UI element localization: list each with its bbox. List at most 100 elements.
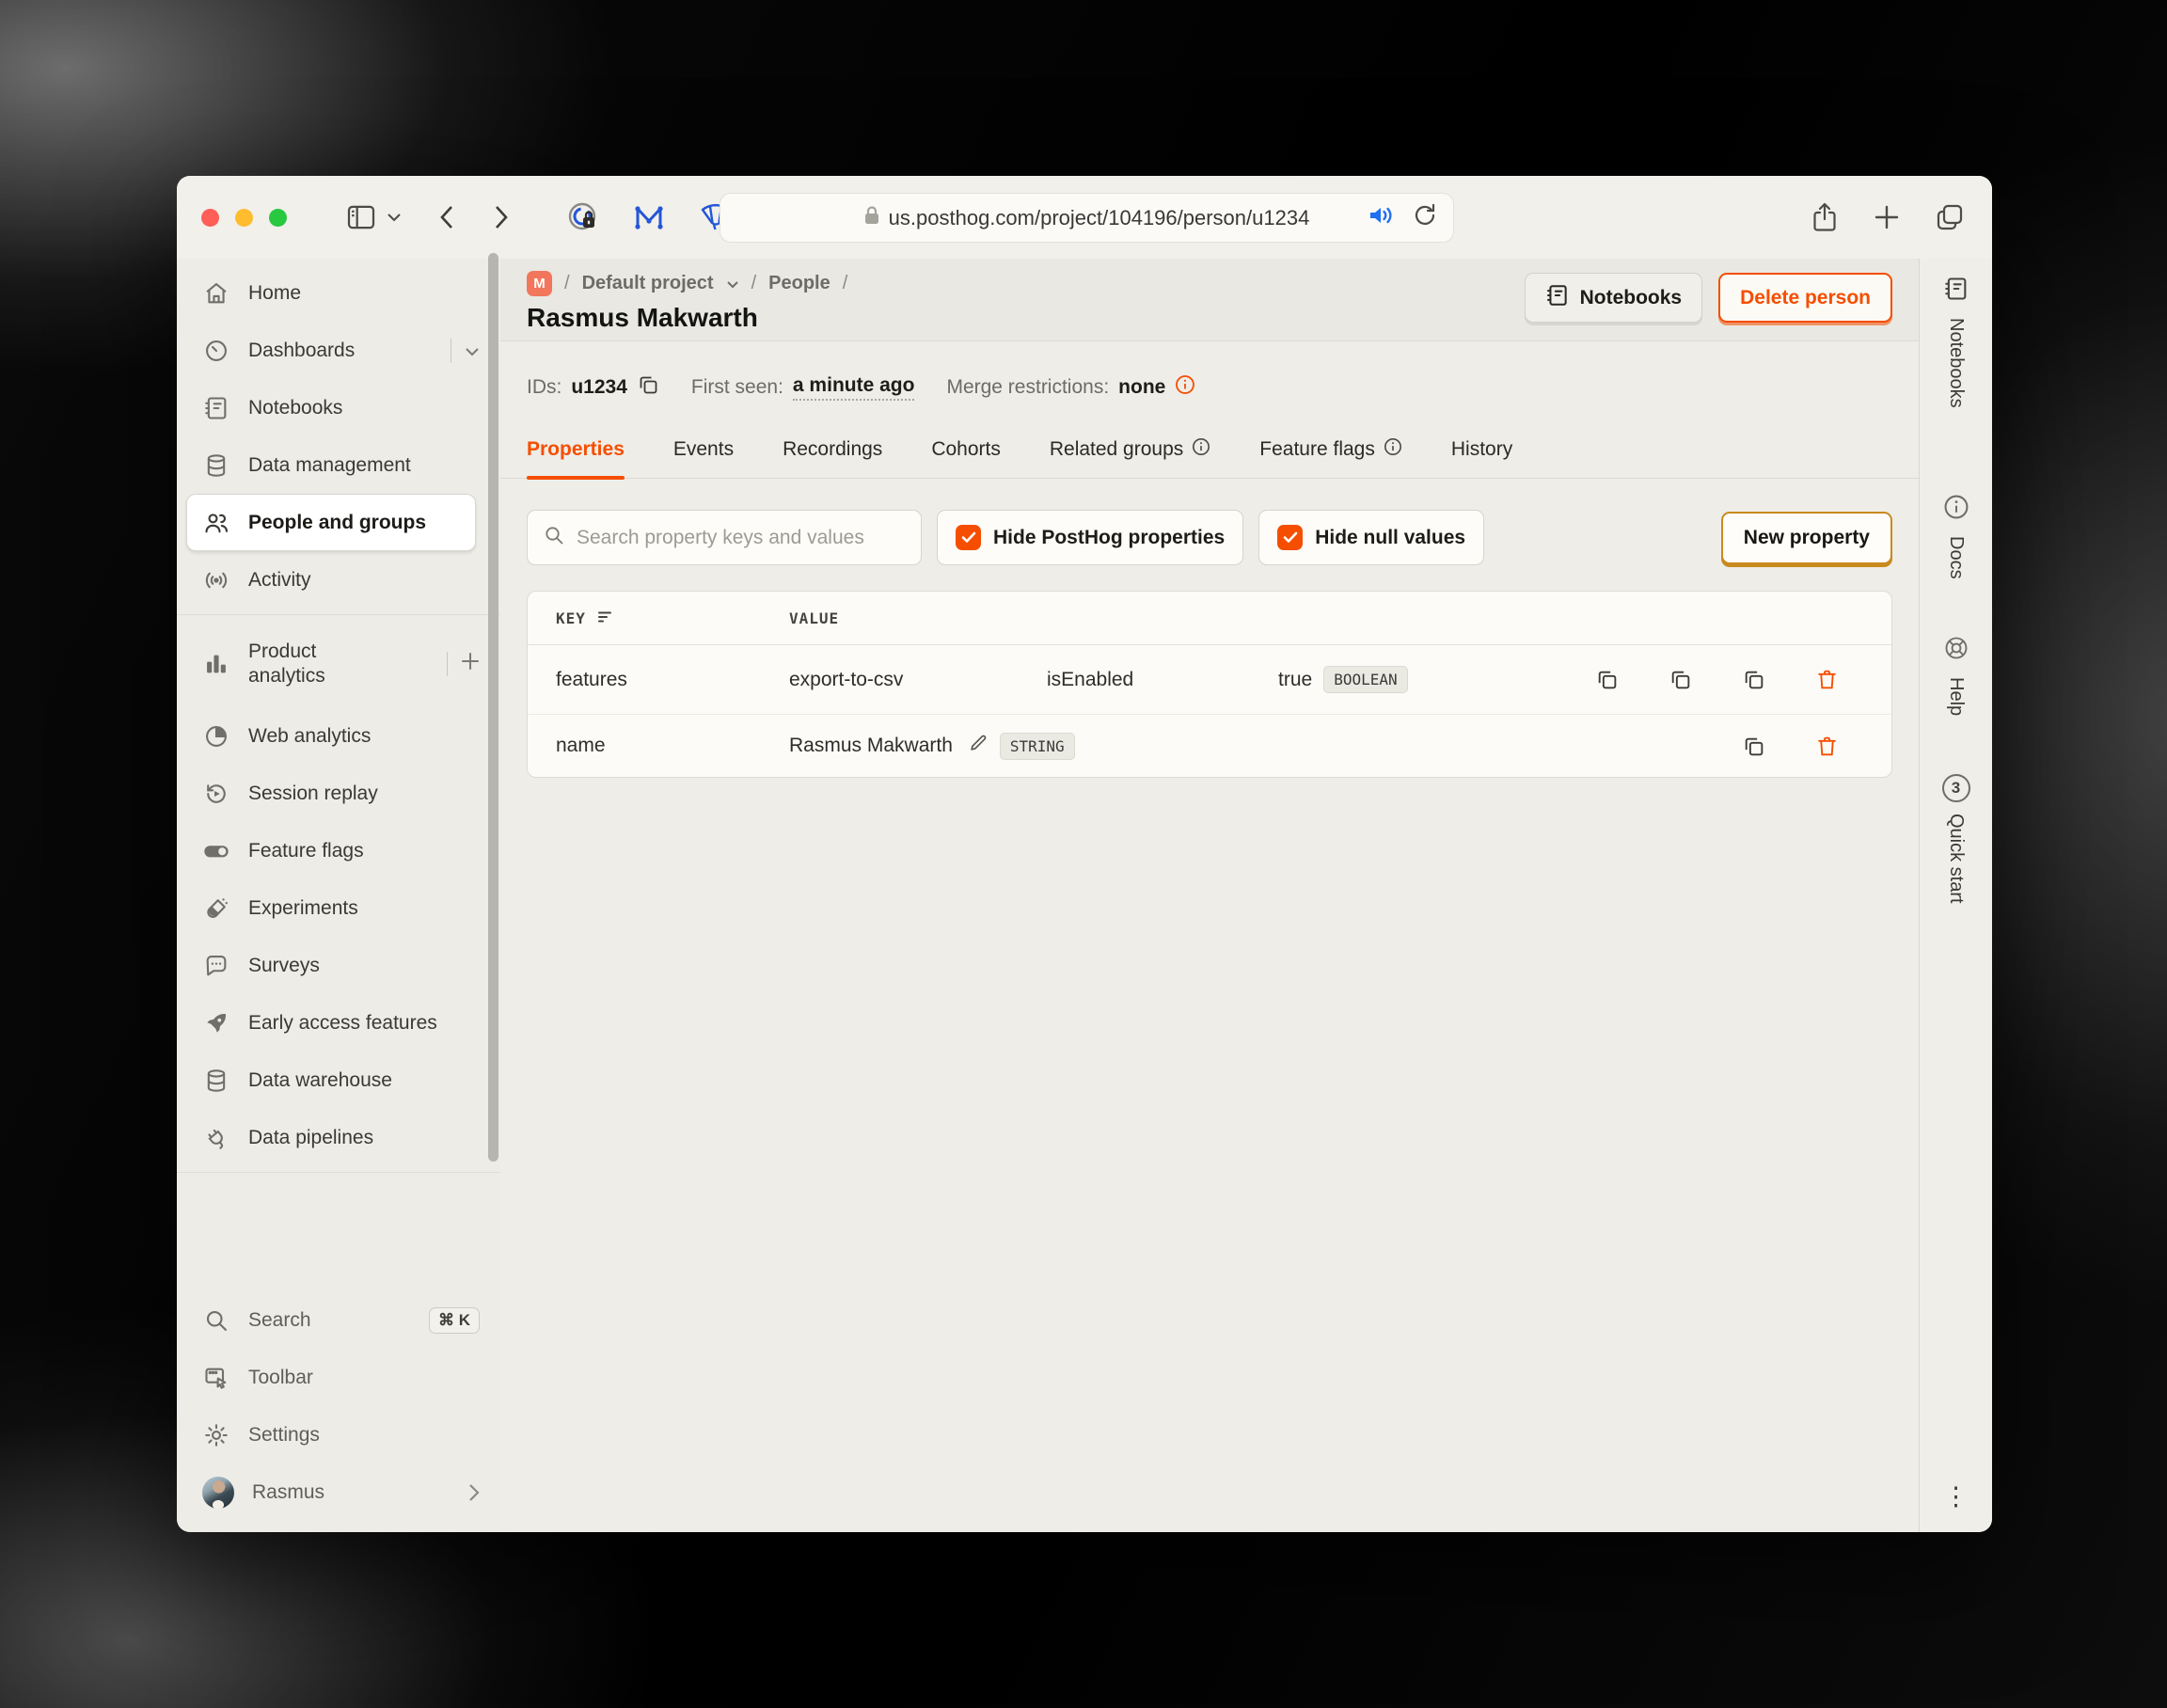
info-icon (1192, 437, 1210, 462)
sidebar-item-product-analytics[interactable]: Product analytics (177, 621, 500, 707)
chevron-down-icon[interactable] (726, 273, 739, 294)
reload-icon[interactable] (1414, 203, 1436, 232)
url-text: us.posthog.com/project/104196/person/u12… (888, 205, 1310, 229)
tab-events[interactable]: Events (673, 437, 734, 478)
right-rail: Notebooks Docs Help 3 Quick start ⋮ (1919, 259, 1992, 1532)
rocket-icon (202, 1009, 230, 1037)
more-options-icon[interactable]: ⋮ (1920, 1484, 1992, 1510)
sidebar-toggle-icon[interactable] (347, 205, 375, 229)
checkbox-checked-icon[interactable] (1277, 525, 1304, 550)
sidebar-item-search[interactable]: Search ⌘ K (177, 1291, 500, 1349)
property-value[interactable]: true (1278, 669, 1312, 691)
notebooks-button[interactable]: Notebooks (1524, 273, 1703, 323)
search-icon (543, 524, 565, 551)
zoom-window-button[interactable] (269, 208, 287, 227)
tab-properties[interactable]: Properties (527, 437, 625, 480)
sidebar-item-account[interactable]: Rasmus (177, 1463, 500, 1521)
project-badge[interactable]: M (527, 270, 552, 296)
forward-button[interactable] (494, 205, 509, 229)
sidebar-item-label: Web analytics (248, 724, 372, 747)
chevron-down-icon[interactable] (465, 340, 480, 362)
copy-icon[interactable] (1643, 668, 1716, 691)
copy-icon[interactable] (1570, 668, 1643, 691)
sidebar-item-data-warehouse[interactable]: Data warehouse (177, 1052, 500, 1109)
info-icon (1943, 494, 1969, 525)
sidebar-item-label: Data warehouse (248, 1068, 392, 1091)
minimize-window-button[interactable] (235, 208, 253, 227)
notebook-icon (1545, 283, 1570, 313)
property-value[interactable]: isEnabled (1047, 669, 1278, 691)
sidebar-item-web-analytics[interactable]: Web analytics (177, 707, 500, 765)
hide-null-values-checkbox[interactable]: Hide null values (1258, 510, 1485, 565)
rail-item-quick-start[interactable]: 3 Quick start (1920, 774, 1992, 904)
tab-related-groups[interactable]: Related groups (1050, 437, 1210, 478)
sidebar-item-dashboards[interactable]: Dashboards (177, 322, 500, 379)
tab-overview-icon[interactable] (1936, 203, 1964, 231)
back-button[interactable] (439, 205, 454, 229)
database-icon (202, 1067, 230, 1095)
breadcrumb-project[interactable]: Default project (582, 273, 714, 294)
sidebar-item-feature-flags[interactable]: Feature flags (177, 822, 500, 879)
add-insight-icon[interactable] (461, 652, 480, 676)
sidebar-item-notebooks[interactable]: Notebooks (177, 379, 500, 436)
key-column-header: KEY (556, 609, 586, 627)
close-window-button[interactable] (201, 208, 219, 227)
sidebar-item-experiments[interactable]: Experiments (177, 879, 500, 937)
sidebar-item-surveys[interactable]: Surveys (177, 937, 500, 994)
tab-recordings[interactable]: Recordings (783, 437, 882, 478)
edit-pencil-icon[interactable] (968, 733, 989, 759)
rail-item-help[interactable]: Help (1920, 635, 1992, 716)
sidebar-item-label: Session replay (248, 782, 378, 804)
url-bar[interactable]: us.posthog.com/project/104196/person/u12… (720, 193, 1454, 243)
life-buoy-icon (1943, 635, 1969, 666)
sidebar-scrollbar[interactable] (488, 253, 498, 1162)
property-search-input[interactable] (577, 526, 906, 549)
type-badge: STRING (999, 732, 1075, 760)
sidebar-item-activity[interactable]: Activity (177, 551, 500, 609)
sidebar-item-people-and-groups[interactable]: People and groups (186, 494, 476, 551)
new-property-button[interactable]: New property (1720, 511, 1892, 564)
delete-property-icon[interactable] (1790, 668, 1863, 691)
property-key[interactable]: features (556, 669, 789, 691)
sort-icon[interactable] (597, 609, 614, 627)
sidebar-chevron-down-icon[interactable] (387, 213, 402, 222)
flask-icon (202, 894, 230, 923)
tab-cohorts[interactable]: Cohorts (931, 437, 1001, 478)
first-seen-value[interactable]: a minute ago (792, 374, 915, 401)
rail-item-docs[interactable]: Docs (1920, 494, 1992, 579)
sidebar-item-early-access-features[interactable]: Early access features (177, 994, 500, 1052)
person-tabs: Properties Events Recordings Cohorts Rel… (500, 437, 1919, 480)
delete-property-icon[interactable] (1790, 735, 1863, 758)
property-key[interactable]: name (556, 735, 789, 757)
gear-icon (202, 1421, 230, 1449)
new-tab-icon[interactable] (1874, 204, 1900, 230)
copy-icon[interactable] (1716, 668, 1790, 691)
breadcrumb-people[interactable]: People (768, 273, 830, 294)
rail-item-notebooks[interactable]: Notebooks (1920, 276, 1992, 408)
copy-id-icon[interactable] (637, 373, 659, 402)
property-value[interactable]: Rasmus Makwarth (789, 735, 953, 757)
table-row: name Rasmus Makwarth STRING (528, 715, 1891, 777)
property-search-box[interactable] (527, 510, 922, 565)
sidebar-item-session-replay[interactable]: Session replay (177, 765, 500, 822)
sidebar-item-toolbar[interactable]: Toolbar (177, 1349, 500, 1406)
copy-icon[interactable] (1716, 735, 1790, 758)
share-icon[interactable] (1811, 202, 1838, 232)
sidebar-item-data-management[interactable]: Data management (177, 436, 500, 494)
info-icon[interactable] (1175, 374, 1195, 401)
hide-posthog-properties-checkbox[interactable]: Hide PostHog properties (937, 510, 1244, 565)
tab-feature-flags[interactable]: Feature flags (1259, 437, 1402, 478)
delete-person-button[interactable]: Delete person (1718, 273, 1892, 323)
property-value[interactable]: export-to-csv (789, 669, 1047, 691)
chevron-right-icon (468, 1483, 480, 1502)
tab-history[interactable]: History (1451, 437, 1512, 478)
m-extension-icon[interactable] (633, 202, 665, 232)
sidebar-item-data-pipelines[interactable]: Data pipelines (177, 1109, 500, 1166)
sidebar-item-label: Activity (248, 568, 311, 591)
checkbox-checked-icon[interactable] (956, 525, 981, 550)
sidebar-item-home[interactable]: Home (177, 264, 500, 322)
sidebar-item-settings[interactable]: Settings (177, 1406, 500, 1463)
password-manager-extension-icon[interactable] (567, 201, 599, 233)
audio-playing-icon[interactable] (1368, 204, 1395, 231)
bar-chart-icon (202, 650, 230, 678)
